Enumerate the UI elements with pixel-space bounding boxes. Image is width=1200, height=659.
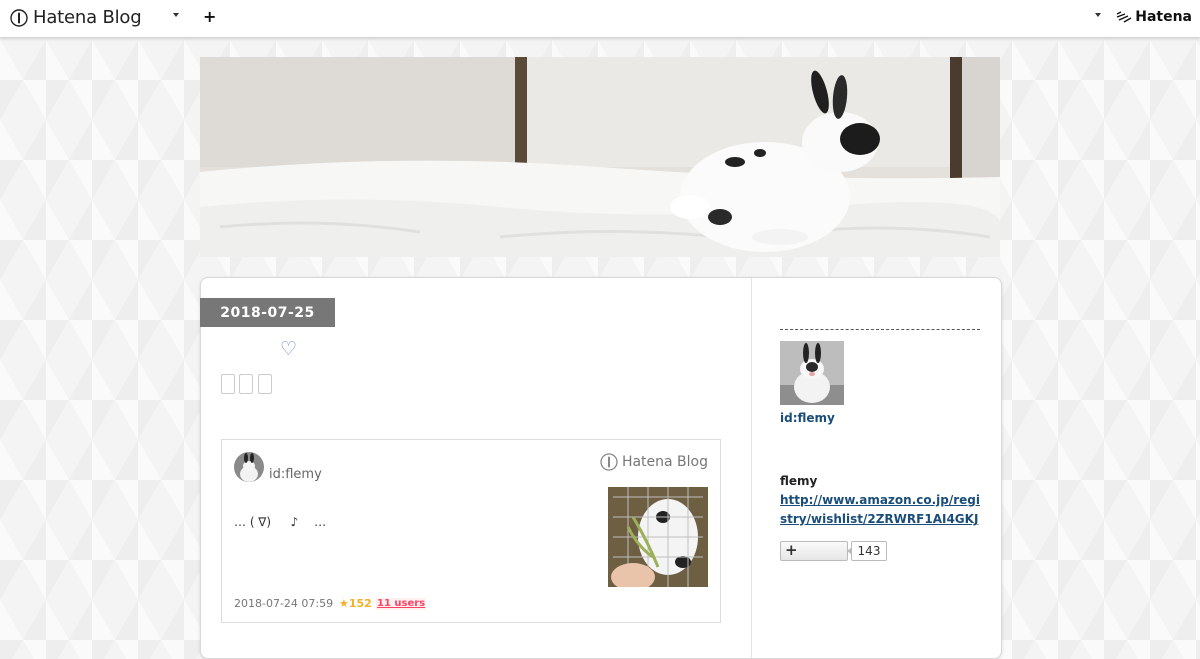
share-button[interactable] xyxy=(221,374,235,394)
profile-avatar[interactable] xyxy=(780,341,844,405)
embed-thumbnail[interactable] xyxy=(608,487,708,587)
follow-count: 143 xyxy=(847,541,887,561)
star-count[interactable]: ★152 xyxy=(339,597,372,610)
global-header: Hatena Blog + Hatena xyxy=(0,0,1200,38)
blog-header-image[interactable] xyxy=(200,57,1000,257)
sidebar: id:flemy flemy http://www.amazon.co.jp/r… xyxy=(780,278,980,658)
embed-author[interactable]: id:flemy xyxy=(269,467,322,482)
plus-icon: + xyxy=(785,541,798,559)
follow-button[interactable]: + xyxy=(780,541,848,561)
hatena-logo-text: Hatena xyxy=(1135,9,1192,25)
hatena-blog-mark-icon xyxy=(10,8,28,27)
plus-icon[interactable]: + xyxy=(203,8,216,26)
profile-wishlist-link[interactable]: http://www.amazon.co.jp/registry/wishlis… xyxy=(780,491,980,529)
profile-id-link[interactable]: id:flemy xyxy=(780,411,835,425)
hatena-mark-icon xyxy=(1116,11,1132,23)
embed-excerpt: … ( ∇) ♪ … xyxy=(234,515,327,529)
entry-date[interactable]: 2018-07-25 xyxy=(200,298,335,327)
avatar[interactable] xyxy=(234,452,264,482)
content-box: 2018-07-25 ♡ id:flemy Hatena Blog … (∇)… xyxy=(200,277,1002,659)
account-caret-down-icon[interactable] xyxy=(1095,13,1101,17)
profile-name: flemy xyxy=(780,474,818,488)
hatena-blog-logo[interactable]: Hatena Blog xyxy=(600,453,708,471)
share-button[interactable] xyxy=(239,374,253,394)
hatena-blog-mark-icon xyxy=(600,453,618,471)
heart-icon[interactable]: ♡ xyxy=(280,338,297,360)
main-column: 2018-07-25 ♡ id:flemy Hatena Blog … (∇)… xyxy=(200,278,752,658)
hatena-blog-logo[interactable]: Hatena Blog xyxy=(10,7,142,28)
share-button[interactable] xyxy=(258,374,272,394)
sidebar-divider xyxy=(780,329,980,330)
blog-embed-card[interactable]: id:flemy Hatena Blog … ( ∇) ♪ … 2018-07-… xyxy=(221,439,721,623)
brand-title: Hatena Blog xyxy=(33,7,142,28)
embed-brand-text: Hatena Blog xyxy=(621,454,708,470)
rabbit-photo xyxy=(200,57,1000,257)
bookmark-users[interactable]: 11 users xyxy=(376,598,427,610)
caret-down-icon[interactable] xyxy=(173,13,179,17)
embed-date: 2018-07-24 07:59 xyxy=(234,597,334,610)
hatena-logo[interactable]: Hatena xyxy=(1116,9,1192,25)
